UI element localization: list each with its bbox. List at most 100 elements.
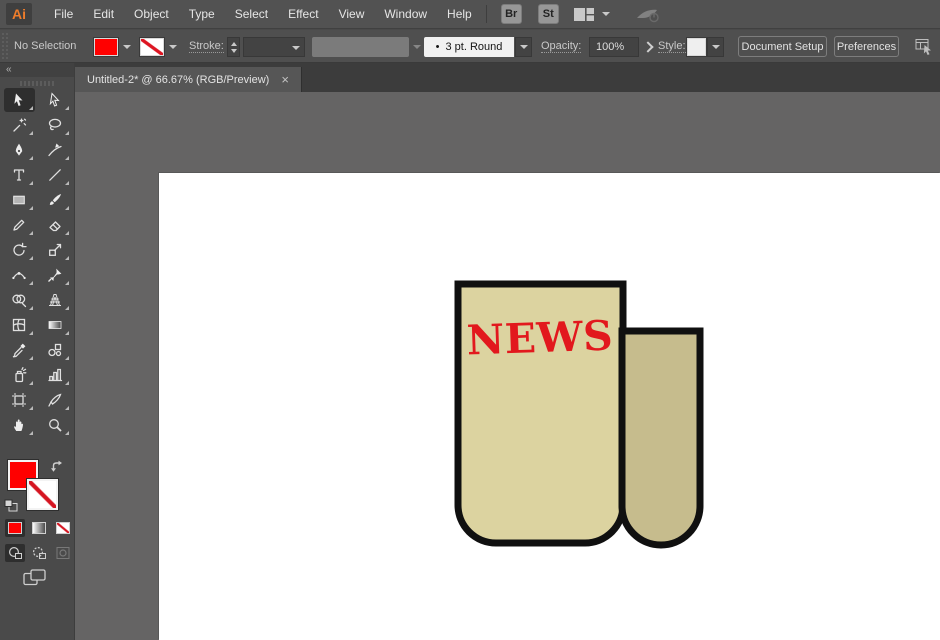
menu-item-effect[interactable]: Effect <box>278 0 328 29</box>
document-setup-button[interactable]: Document Setup <box>738 36 827 57</box>
none-mode-button[interactable] <box>53 519 73 537</box>
menu-item-edit[interactable]: Edit <box>83 0 124 29</box>
tool-slice[interactable] <box>40 388 71 412</box>
tool-magic-wand[interactable] <box>4 113 35 137</box>
tool-direct-selection[interactable] <box>40 88 71 112</box>
brush-definition-field-disabled <box>312 37 409 57</box>
tool-artboard[interactable] <box>4 388 35 412</box>
menu-item-view[interactable]: View <box>329 0 375 29</box>
draw-normal-icon <box>8 546 22 559</box>
stroke-weight-stepper[interactable] <box>227 37 240 57</box>
stock-button[interactable]: St <box>537 4 559 24</box>
tool-symbol-sprayer[interactable] <box>4 363 35 387</box>
headline-text[interactable]: NEWS <box>466 311 614 364</box>
lasso-icon <box>48 118 62 131</box>
workspace-layout-icon <box>573 7 594 21</box>
menu-item-select[interactable]: Select <box>225 0 278 29</box>
draw-behind-button[interactable] <box>29 544 49 562</box>
stroke-chevron-icon[interactable] <box>169 45 177 49</box>
tool-scale[interactable] <box>40 238 71 262</box>
rotate-icon <box>13 242 27 256</box>
stroke-label[interactable]: Stroke: <box>189 40 224 53</box>
menu-item-type[interactable]: Type <box>179 0 225 29</box>
brush-preset-chevron-button[interactable] <box>515 37 532 57</box>
chevron-down-icon <box>711 45 720 49</box>
style-chevron-button[interactable] <box>707 37 724 57</box>
opacity-arrow-button[interactable] <box>641 42 653 54</box>
menu-item-window[interactable]: Window <box>374 0 437 29</box>
tool-column-graph[interactable] <box>40 363 71 387</box>
tool-lasso[interactable] <box>40 113 71 137</box>
preferences-button[interactable]: Preferences <box>834 36 899 57</box>
gradient-icon <box>48 321 62 329</box>
stepper-up-icon[interactable] <box>230 41 237 46</box>
column-graph-icon <box>48 368 63 382</box>
style-swatch[interactable] <box>687 38 706 56</box>
panel-options-icon[interactable] <box>915 38 934 55</box>
brush-dot-icon: • <box>435 41 440 53</box>
tool-pencil[interactable] <box>4 213 35 237</box>
cs-live-sync-icon[interactable] <box>634 5 660 24</box>
controlbar-grip[interactable] <box>1 32 8 61</box>
draw-inside-icon <box>56 547 70 559</box>
fill-chevron-icon[interactable] <box>123 45 131 49</box>
draw-normal-button[interactable] <box>5 544 25 562</box>
menu-item-object[interactable]: Object <box>124 0 179 29</box>
tools-panel-grip[interactable] <box>20 81 54 86</box>
tool-type[interactable] <box>4 163 35 187</box>
color-mode-button[interactable] <box>5 519 25 537</box>
curvature-icon <box>48 143 62 157</box>
tool-gradient[interactable] <box>40 313 71 337</box>
paint-mode-row <box>5 519 73 537</box>
chevron-down-icon <box>292 46 300 50</box>
opacity-label[interactable]: Opacity: <box>541 40 582 53</box>
menu-item-file[interactable]: File <box>44 0 83 29</box>
gradient-mode-button[interactable] <box>29 519 49 537</box>
stroke-weight-select[interactable] <box>243 37 305 57</box>
collapse-panel-icon[interactable]: « <box>6 64 12 75</box>
stroke-proxy-swatch[interactable] <box>27 479 58 510</box>
workspace-switcher[interactable] <box>573 7 610 22</box>
style-label[interactable]: Style: <box>658 40 686 53</box>
newspaper-artwork[interactable]: NEWS <box>453 279 711 557</box>
tool-zoom[interactable] <box>40 413 71 437</box>
tab-close-icon[interactable]: × <box>281 73 289 86</box>
newspaper-roll[interactable] <box>618 327 704 549</box>
tool-blend[interactable] <box>40 338 71 362</box>
tool-paintbrush[interactable] <box>40 188 71 212</box>
document-tab[interactable]: Untitled-2* @ 66.67% (RGB/Preview) × <box>75 67 302 92</box>
tool-pen[interactable] <box>4 138 35 162</box>
tool-eyedropper[interactable] <box>4 338 35 362</box>
rectangle-icon <box>13 195 25 205</box>
fill-color-swatch[interactable] <box>94 38 118 56</box>
tool-rectangle[interactable] <box>4 188 35 212</box>
stroke-color-swatch[interactable] <box>140 38 164 56</box>
stepper-down-icon[interactable] <box>230 48 237 53</box>
draw-behind-icon <box>32 546 46 559</box>
default-fill-stroke-icon[interactable] <box>4 499 18 512</box>
tool-selection[interactable] <box>3 88 35 112</box>
opacity-input[interactable]: 100% <box>589 37 639 57</box>
swap-fill-stroke-icon[interactable] <box>50 459 65 473</box>
tool-free-transform[interactable] <box>40 263 71 287</box>
canvas-area[interactable]: NEWS <box>75 92 940 640</box>
tool-line-segment[interactable] <box>40 163 71 187</box>
tool-curvature[interactable] <box>40 138 71 162</box>
paintbrush-icon <box>49 194 61 205</box>
screen-mode-button[interactable] <box>23 569 46 586</box>
selection-status: No Selection <box>14 40 77 52</box>
tool-perspective-grid[interactable] <box>40 288 71 312</box>
tool-shape-builder[interactable] <box>4 288 35 312</box>
tool-mesh[interactable] <box>4 313 35 337</box>
bridge-button[interactable]: Br <box>500 4 522 24</box>
pencil-icon <box>13 219 25 231</box>
tool-hand[interactable] <box>4 413 35 437</box>
width-icon <box>12 272 26 280</box>
draw-inside-button[interactable] <box>53 544 73 562</box>
tool-rotate[interactable] <box>4 238 35 262</box>
menubar-divider <box>485 5 487 23</box>
brush-preset-button[interactable]: • 3 pt. Round <box>424 37 514 57</box>
tool-width[interactable] <box>4 263 35 287</box>
menu-item-help[interactable]: Help <box>437 0 482 29</box>
tool-eraser[interactable] <box>40 213 71 237</box>
